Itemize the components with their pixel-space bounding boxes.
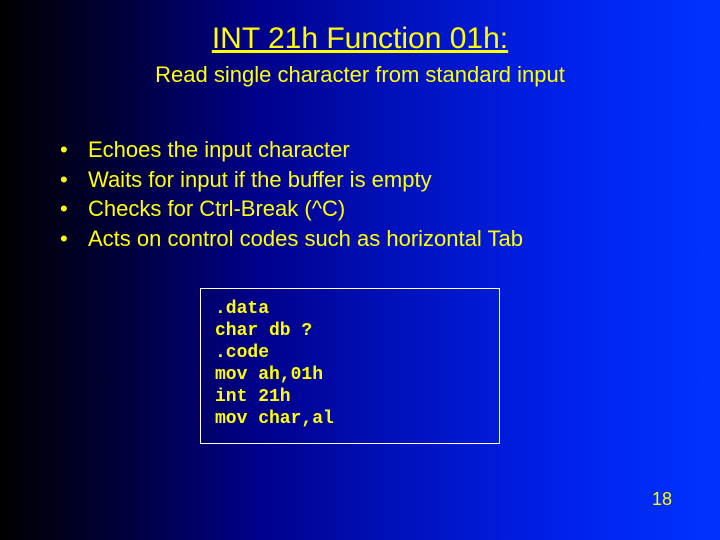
code-line: char db ?: [215, 321, 312, 341]
bullet-list: • Echoes the input character • Waits for…: [60, 135, 680, 254]
page-number: 18: [652, 489, 672, 510]
code-line: .data: [215, 299, 269, 319]
bullet-text: Echoes the input character: [88, 135, 350, 165]
bullet-text: Acts on control codes such as horizontal…: [88, 224, 523, 254]
slide: INT 21h Function 01h: Read single charac…: [0, 0, 720, 540]
code-line: .code: [215, 343, 269, 363]
code-line: mov ah,01h: [215, 365, 323, 385]
bullet-icon: •: [60, 165, 88, 195]
slide-title: INT 21h Function 01h:: [0, 22, 720, 56]
list-item: • Echoes the input character: [60, 135, 680, 165]
bullet-icon: •: [60, 135, 88, 165]
list-item: • Checks for Ctrl-Break (^C): [60, 194, 680, 224]
bullet-icon: •: [60, 224, 88, 254]
list-item: • Waits for input if the buffer is empty: [60, 165, 680, 195]
bullet-text: Waits for input if the buffer is empty: [88, 165, 432, 195]
bullet-text: Checks for Ctrl-Break (^C): [88, 194, 345, 224]
code-line: int 21h: [215, 387, 291, 407]
code-box: .data char db ? .code mov ah,01h int 21h…: [200, 288, 500, 444]
slide-subtitle: Read single character from standard inpu…: [0, 62, 720, 88]
bullet-icon: •: [60, 194, 88, 224]
list-item: • Acts on control codes such as horizont…: [60, 224, 680, 254]
code-line: mov char,al: [215, 409, 334, 429]
